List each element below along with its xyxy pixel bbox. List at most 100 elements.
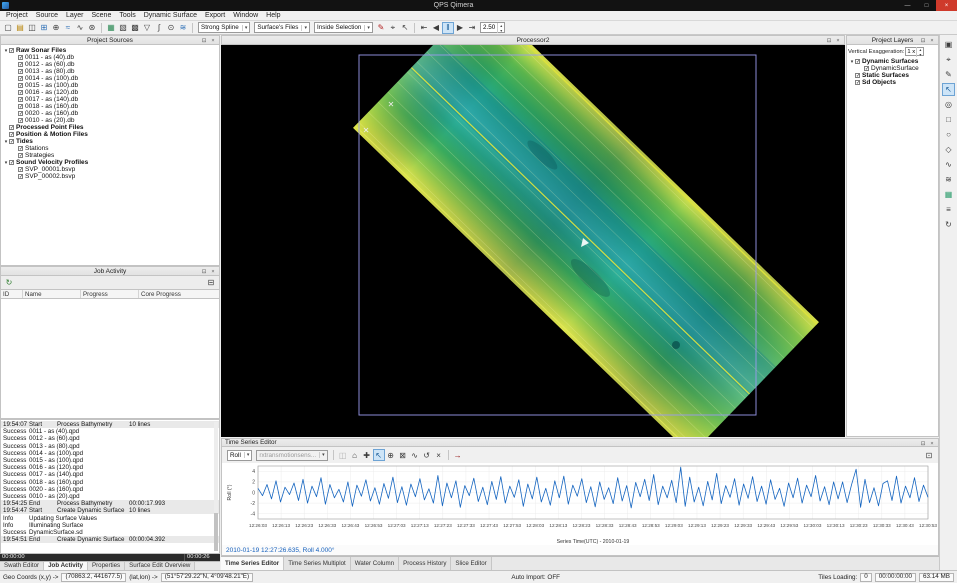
- pause-icon[interactable]: ‖: [442, 22, 454, 34]
- log-scrollbar[interactable]: [214, 422, 218, 551]
- checkbox[interactable]: ✓: [18, 55, 23, 60]
- import-tides-icon[interactable]: ≈: [62, 22, 74, 34]
- add-raw-sonar-icon[interactable]: ⊞: [38, 22, 50, 34]
- spline-mode-select[interactable]: Strong Spline: [198, 22, 250, 33]
- tree-item[interactable]: ▾✓Raw Sonar Files: [1, 47, 219, 54]
- checkbox[interactable]: ✓: [18, 76, 23, 81]
- select-polygon-icon[interactable]: ◇: [942, 143, 955, 156]
- filter-icon[interactable]: ▽: [141, 22, 153, 34]
- minimize-button[interactable]: —: [898, 0, 917, 11]
- time-series-plot-area[interactable]: 12:26:0312:26:1312:26:2312:26:3312:26:43…: [221, 463, 939, 545]
- snapshot-icon[interactable]: ◫: [337, 449, 349, 461]
- tab-slice-editor[interactable]: Slice Editor: [451, 557, 491, 570]
- tab-time-series-editor[interactable]: Time Series Editor: [221, 557, 284, 570]
- project-settings-icon[interactable]: ⊛: [86, 22, 98, 34]
- colormap-icon[interactable]: ▦: [942, 188, 955, 201]
- target-icon[interactable]: ◎: [942, 98, 955, 111]
- tab-job-activity[interactable]: Job Activity: [44, 562, 88, 570]
- checkbox[interactable]: ✓: [9, 160, 14, 165]
- checkbox[interactable]: ✓: [18, 97, 23, 102]
- tree-item[interactable]: ✓Stations: [1, 145, 219, 152]
- tree-item[interactable]: ✓0018 - as (160).db: [1, 103, 219, 110]
- spinner-arrows-icon[interactable]: [916, 47, 923, 57]
- chart-options-icon[interactable]: ⊡: [923, 449, 935, 461]
- checkbox[interactable]: ✓: [9, 132, 14, 137]
- close-icon[interactable]: ×: [209, 268, 217, 276]
- sound-velocity-icon[interactable]: ∫: [153, 22, 165, 34]
- accept-icon[interactable]: →: [452, 449, 464, 461]
- menu-project[interactable]: Project: [2, 11, 32, 21]
- replay-progress-bar[interactable]: 00:00:00 00:00:26: [0, 554, 220, 561]
- edit-line-icon[interactable]: ✎: [375, 22, 387, 34]
- selection-scope-select[interactable]: Inside Selection: [314, 22, 373, 33]
- maximize-button[interactable]: □: [917, 0, 936, 11]
- tree-item[interactable]: ✓0017 - as (140).db: [1, 96, 219, 103]
- playback-speed-spinner[interactable]: 2.50: [480, 22, 505, 33]
- tree-item[interactable]: ✓SVP_00002.bsvp: [1, 173, 219, 180]
- tree-item[interactable]: ▾✓Dynamic Surfaces: [847, 58, 938, 65]
- layers-icon[interactable]: ≡: [942, 203, 955, 216]
- tree-item[interactable]: ✓SVP_00001.bsvp: [1, 166, 219, 173]
- checkbox[interactable]: ✓: [18, 118, 23, 123]
- checkbox[interactable]: ✓: [855, 80, 860, 85]
- new-project-icon[interactable]: ▢: [2, 22, 14, 34]
- menu-export[interactable]: Export: [201, 11, 229, 21]
- files-scope-select[interactable]: Surface's Files: [254, 22, 310, 33]
- import-svp-icon[interactable]: ∿: [74, 22, 86, 34]
- skip-start-icon[interactable]: ⇤: [418, 22, 430, 34]
- float-icon[interactable]: ⊡: [200, 37, 208, 45]
- reject-icon[interactable]: ×: [433, 449, 445, 461]
- tab-surface-edit-overview[interactable]: Surface Edit Overview: [125, 562, 195, 570]
- open-project-icon[interactable]: ▤: [14, 22, 26, 34]
- home-icon[interactable]: ⌂: [349, 449, 361, 461]
- checkbox[interactable]: ✓: [9, 139, 14, 144]
- tree-item[interactable]: ▾✓Sound Velocity Profiles: [1, 159, 219, 166]
- roll-time-series-chart[interactable]: 12:26:0312:26:1312:26:2312:26:3312:26:43…: [222, 463, 938, 545]
- save-project-icon[interactable]: ◫: [26, 22, 38, 34]
- tree-item[interactable]: ▾✓Tides: [1, 138, 219, 145]
- tree-item[interactable]: ✓0016 - as (120).db: [1, 89, 219, 96]
- menu-window[interactable]: Window: [229, 11, 262, 21]
- source-select[interactable]: rxtransmotionsens...: [256, 450, 327, 461]
- menu-dynamic-surface[interactable]: Dynamic Surface: [140, 11, 201, 21]
- dynamic-surface-icon[interactable]: ▦: [105, 22, 117, 34]
- checkbox[interactable]: ✓: [18, 111, 23, 116]
- checkbox[interactable]: ✓: [18, 167, 23, 172]
- float-icon[interactable]: ⊡: [825, 37, 833, 45]
- close-button[interactable]: ×: [936, 0, 957, 11]
- log-scrollbar-thumb[interactable]: [214, 513, 218, 551]
- checkbox[interactable]: ✓: [9, 125, 14, 130]
- box-select-icon[interactable]: ⊠: [397, 449, 409, 461]
- pick-icon[interactable]: ⌖: [387, 22, 399, 34]
- profile-icon[interactable]: ≋: [942, 173, 955, 186]
- checkbox[interactable]: ✓: [18, 104, 23, 109]
- tree-item[interactable]: ✓DynamicSurface: [847, 65, 938, 72]
- play-icon[interactable]: ▶: [454, 22, 466, 34]
- static-surface-icon[interactable]: ▧: [117, 22, 129, 34]
- undo-icon[interactable]: ↺: [421, 449, 433, 461]
- checkbox[interactable]: ✓: [18, 174, 23, 179]
- menu-layer[interactable]: Layer: [62, 11, 88, 21]
- tree-item[interactable]: ✓0011 - as (40).db: [1, 54, 219, 61]
- column-header[interactable]: Core Progress: [139, 290, 219, 298]
- tree-item[interactable]: ✓0020 - as (160).db: [1, 110, 219, 117]
- tab-swath-editor[interactable]: Swath Editor: [0, 562, 44, 570]
- sync-views-icon[interactable]: ↻: [942, 218, 955, 231]
- column-header[interactable]: Progress: [81, 290, 139, 298]
- checkbox[interactable]: ✓: [18, 62, 23, 67]
- processing-icon[interactable]: ⊙: [165, 22, 177, 34]
- close-icon[interactable]: ×: [209, 37, 217, 45]
- select-rect-icon[interactable]: □: [942, 113, 955, 126]
- close-icon[interactable]: ×: [834, 37, 842, 45]
- tab-water-column[interactable]: Water Column: [351, 557, 399, 570]
- checkbox[interactable]: ✓: [18, 146, 23, 151]
- checkbox[interactable]: ✓: [18, 90, 23, 95]
- tab-time-series-multiplot[interactable]: Time Series Multiplot: [284, 557, 351, 570]
- float-icon[interactable]: ⊡: [200, 268, 208, 276]
- checkbox[interactable]: ✓: [855, 73, 860, 78]
- tree-item[interactable]: ✓0015 - as (100).db: [1, 82, 219, 89]
- pan-icon[interactable]: ✚: [361, 449, 373, 461]
- measure-icon[interactable]: ⌖: [942, 53, 955, 66]
- step-back-icon[interactable]: ◀: [430, 22, 442, 34]
- tree-item[interactable]: ✓Static Surfaces: [847, 72, 938, 79]
